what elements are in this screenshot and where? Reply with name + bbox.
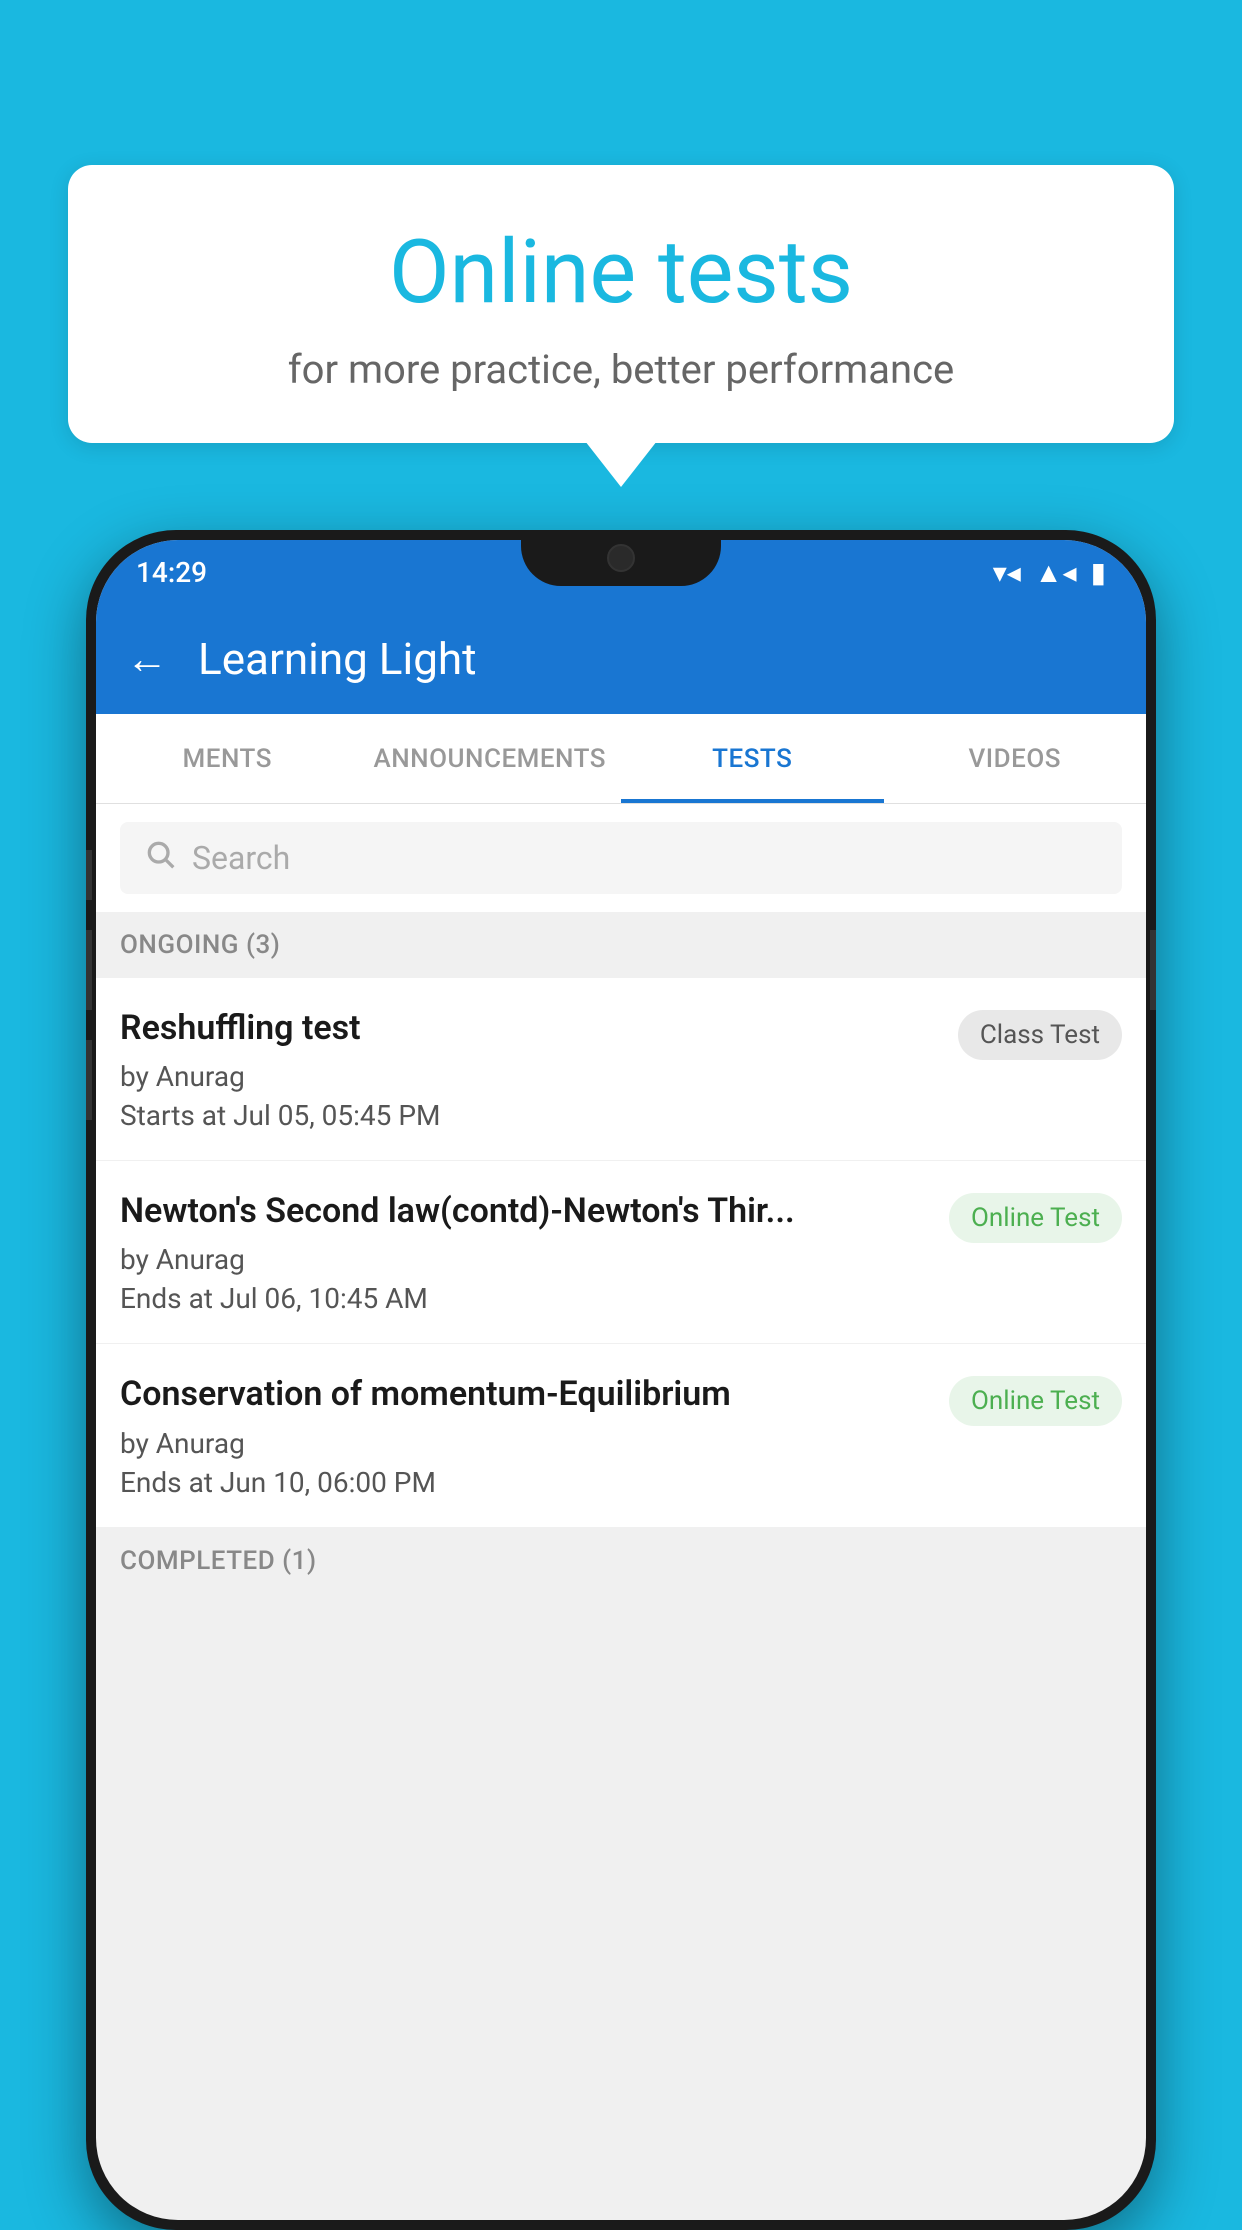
test-list: Reshuffling test by Anurag Starts at Jul… (96, 978, 1146, 1528)
bubble-subtitle: for more practice, better performance (108, 346, 1134, 393)
volume-up-button (86, 930, 92, 1010)
test-badge-class: Class Test (958, 1010, 1122, 1060)
test-time: Ends at Jun 10, 06:00 PM (120, 1466, 933, 1499)
search-box[interactable]: Search (120, 822, 1122, 894)
search-container: Search (96, 804, 1146, 912)
status-time: 14:29 (136, 556, 207, 589)
search-icon (144, 838, 176, 879)
speech-bubble: Online tests for more practice, better p… (68, 165, 1174, 443)
test-item[interactable]: Conservation of momentum-Equilibrium by … (96, 1344, 1146, 1527)
section-header-ongoing: ONGOING (3) (96, 912, 1146, 978)
tab-bar: MENTS ANNOUNCEMENTS TESTS VIDEOS (96, 714, 1146, 804)
test-name: Conservation of momentum-Equilibrium (120, 1372, 933, 1416)
wifi-icon: ▾◂ (993, 556, 1021, 589)
test-author: by Anurag (120, 1427, 933, 1460)
status-icons: ▾◂ ▲◂ ▮ (993, 556, 1106, 589)
test-name: Reshuffling test (120, 1006, 942, 1050)
power-button (1150, 930, 1156, 1010)
signal-icon: ▲◂ (1035, 556, 1077, 589)
test-name: Newton's Second law(contd)-Newton's Thir… (120, 1189, 933, 1233)
test-time: Ends at Jul 06, 10:45 AM (120, 1282, 933, 1315)
test-info: Conservation of momentum-Equilibrium by … (120, 1372, 933, 1498)
battery-icon: ▮ (1091, 556, 1106, 589)
test-badge-online: Online Test (949, 1376, 1122, 1426)
tab-announcements[interactable]: ANNOUNCEMENTS (359, 714, 622, 803)
tab-videos[interactable]: VIDEOS (884, 714, 1147, 803)
test-badge-online: Online Test (949, 1193, 1122, 1243)
volume-down-button (86, 1040, 92, 1120)
test-info: Reshuffling test by Anurag Starts at Jul… (120, 1006, 942, 1132)
tab-ments[interactable]: MENTS (96, 714, 359, 803)
phone-frame: 14:29 ▾◂ ▲◂ ▮ ← Learning Light MENTS ANN… (86, 530, 1156, 2230)
test-time: Starts at Jul 05, 05:45 PM (120, 1099, 942, 1132)
app-title: Learning Light (198, 633, 477, 685)
test-author: by Anurag (120, 1060, 942, 1093)
test-author: by Anurag (120, 1243, 933, 1276)
test-item[interactable]: Newton's Second law(contd)-Newton's Thir… (96, 1161, 1146, 1344)
bubble-title: Online tests (108, 225, 1134, 322)
phone-notch (521, 530, 721, 586)
test-info: Newton's Second law(contd)-Newton's Thir… (120, 1189, 933, 1315)
front-camera (607, 544, 635, 572)
back-button[interactable]: ← (126, 635, 168, 684)
phone-screen: 14:29 ▾◂ ▲◂ ▮ ← Learning Light MENTS ANN… (96, 540, 1146, 2220)
search-placeholder: Search (192, 839, 290, 877)
volume-silent-button (86, 850, 92, 900)
test-item[interactable]: Reshuffling test by Anurag Starts at Jul… (96, 978, 1146, 1161)
app-bar: ← Learning Light (96, 604, 1146, 714)
section-header-completed: COMPLETED (1) (96, 1528, 1146, 1594)
tab-tests[interactable]: TESTS (621, 714, 884, 803)
